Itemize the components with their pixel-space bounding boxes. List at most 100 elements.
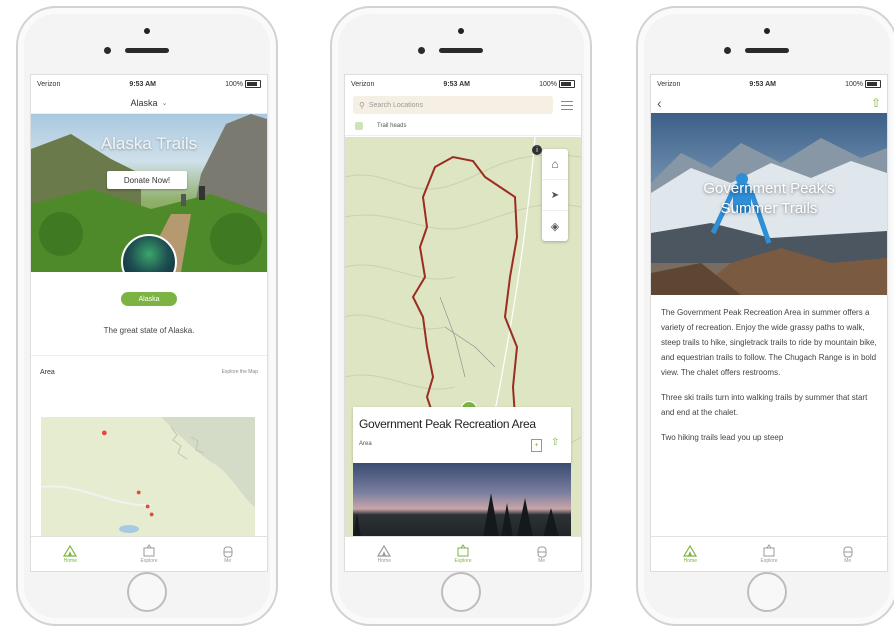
- front-camera: [764, 28, 770, 34]
- explore-icon: [457, 544, 469, 557]
- location-selector[interactable]: Alaska ⌄: [31, 93, 267, 114]
- hero-title: Alaska Trails: [100, 134, 198, 153]
- tab-explore-label: Explore: [454, 558, 472, 564]
- screen-detail: Verizon 9:53 AM 100% ‹ ⇧ Government Peak…: [650, 74, 888, 572]
- search-placeholder: Search Locations: [368, 101, 423, 109]
- tab-home-label: Home: [377, 558, 391, 564]
- map-pin-icon[interactable]: ●: [101, 427, 108, 439]
- backpack-icon: [537, 546, 547, 558]
- carrier-label: Verizon: [351, 80, 375, 88]
- hero-title: Government Peak's Summer Trails: [703, 180, 835, 217]
- home-button[interactable]: [747, 572, 787, 612]
- sensor-dot: [724, 47, 731, 54]
- tab-home[interactable]: Home: [31, 537, 110, 571]
- share-icon[interactable]: ⇧: [871, 96, 881, 110]
- clock: 9:53 AM: [129, 80, 157, 88]
- clock: 9:53 AM: [443, 80, 471, 88]
- phone-frame-map: Verizon 9:53 AM 100% ⚲ Search Locations …: [330, 6, 592, 626]
- hero-image: Alaska Trails Donate Now!: [31, 114, 267, 272]
- area-map[interactable]: ● ● ● ●: [41, 417, 255, 537]
- location-photo: [353, 463, 571, 537]
- trailhead-filter-icon[interactable]: [355, 122, 363, 130]
- info-icon[interactable]: i: [532, 145, 542, 155]
- battery-label: 100%: [845, 80, 863, 88]
- tab-me[interactable]: Me: [188, 537, 267, 571]
- layers-icon[interactable]: ◈: [542, 211, 568, 241]
- tab-me[interactable]: Me: [502, 537, 581, 571]
- tab-home-label: Home: [63, 558, 77, 564]
- mountain-icon: [683, 544, 698, 557]
- description: The Government Peak Recreation Area in s…: [651, 295, 887, 445]
- status-bar: Verizon 9:53 AM 100%: [651, 75, 887, 93]
- tab-explore[interactable]: Explore: [730, 537, 809, 571]
- backpack-icon: [843, 546, 853, 558]
- map-pin-icon[interactable]: ●: [149, 509, 154, 519]
- tab-bar: Home Explore Me: [345, 536, 581, 571]
- menu-icon[interactable]: [561, 98, 573, 113]
- description-paragraph: Three ski trails turn into walking trail…: [661, 393, 868, 417]
- tab-explore-label: Explore: [760, 558, 778, 564]
- location-card[interactable]: Government Peak Recreation Area Area + ⇧: [353, 407, 571, 463]
- tab-explore[interactable]: Explore: [110, 537, 189, 571]
- battery-icon: [558, 80, 575, 88]
- hero-image: Government Peak's Summer Trails: [651, 113, 887, 295]
- header-title: Alaska: [130, 98, 158, 108]
- search-icon: ⚲: [359, 100, 365, 110]
- mountain-icon: [377, 544, 392, 557]
- tree-silhouettes: [353, 493, 559, 537]
- description-paragraph: Two hiking trails lead you up steep: [661, 433, 784, 442]
- sensor-dot: [104, 47, 111, 54]
- sensor-dot: [418, 47, 425, 54]
- back-chevron-icon[interactable]: ‹: [657, 95, 662, 111]
- tab-home[interactable]: Home: [345, 537, 424, 571]
- explore-icon: [143, 544, 155, 557]
- battery-label: 100%: [225, 80, 243, 88]
- status-bar: Verizon 9:53 AM 100%: [31, 75, 267, 93]
- tab-me-label: Me: [844, 558, 852, 564]
- tab-explore-label: Explore: [140, 558, 158, 564]
- description-paragraph: The Government Peak Recreation Area in s…: [661, 308, 877, 377]
- area-map-graphic: [41, 417, 255, 537]
- front-camera: [458, 28, 464, 34]
- clock: 9:53 AM: [749, 80, 777, 88]
- phone-frame-detail: Verizon 9:53 AM 100% ‹ ⇧ Government Peak…: [636, 6, 894, 626]
- card-title: Government Peak Recreation Area: [359, 417, 536, 431]
- tab-explore[interactable]: Explore: [424, 537, 503, 571]
- home-icon[interactable]: ⌂: [542, 149, 568, 180]
- locate-icon[interactable]: ➤: [542, 180, 568, 211]
- home-button[interactable]: [441, 572, 481, 612]
- card-subtitle: Area: [359, 441, 372, 447]
- battery-icon: [244, 80, 261, 88]
- carrier-label: Verizon: [657, 80, 681, 88]
- tab-bar: Home Explore Me: [651, 536, 887, 571]
- donate-button[interactable]: Donate Now!: [107, 171, 187, 189]
- bookmark-icon[interactable]: +: [531, 439, 542, 452]
- tab-me[interactable]: Me: [808, 537, 887, 571]
- chevron-down-icon: ⌄: [161, 100, 168, 107]
- home-button[interactable]: [127, 572, 167, 612]
- screen-home: Verizon 9:53 AM 100% Alaska ⌄ Alaska Tra…: [30, 74, 268, 572]
- map-pin-icon[interactable]: ●: [136, 487, 141, 497]
- carrier-label: Verizon: [37, 80, 61, 88]
- region-tagline: The great state of Alaska.: [103, 326, 195, 335]
- earpiece-speaker: [125, 48, 169, 53]
- tab-me-label: Me: [224, 558, 232, 564]
- tab-me-label: Me: [538, 558, 546, 564]
- backpack-icon: [223, 546, 233, 558]
- tab-home[interactable]: Home: [651, 537, 730, 571]
- tab-bar: Home Explore Me: [31, 536, 267, 571]
- battery-label: 100%: [539, 80, 557, 88]
- explore-icon: [763, 544, 775, 557]
- battery-icon: [864, 80, 881, 88]
- screen-map: Verizon 9:53 AM 100% ⚲ Search Locations …: [344, 74, 582, 572]
- explore-map-link[interactable]: Explore the Map: [222, 369, 258, 375]
- phone-frame-home: Verizon 9:53 AM 100% Alaska ⌄ Alaska Tra…: [16, 6, 278, 626]
- earpiece-speaker: [745, 48, 789, 53]
- search-input[interactable]: ⚲ Search Locations: [353, 96, 553, 114]
- front-camera: [144, 28, 150, 34]
- share-icon[interactable]: ⇧: [551, 437, 559, 448]
- map-controls: ⌂ ➤ ◈: [542, 149, 568, 241]
- filter-chip-trailheads[interactable]: Trail heads: [377, 123, 406, 129]
- status-bar: Verizon 9:53 AM 100%: [345, 75, 581, 93]
- tab-home-label: Home: [683, 558, 697, 564]
